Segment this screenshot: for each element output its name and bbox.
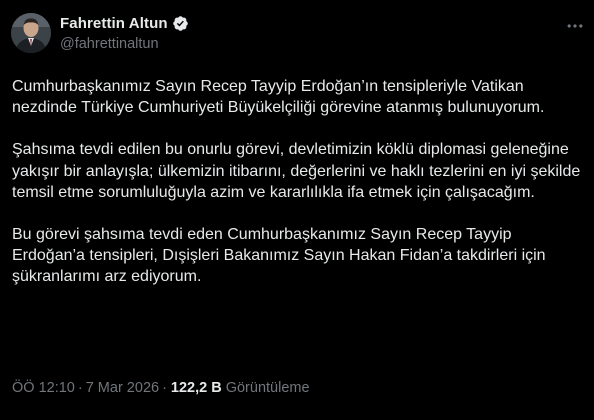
meta-separator: ·	[77, 380, 83, 396]
tweet-paragraph-3: Bu görevi şahsıma tevdi eden Cumhurbaşka…	[12, 226, 546, 286]
tweet-time[interactable]: ÖÖ 12:10	[12, 380, 75, 396]
tweet-date[interactable]: 7 Mar 2026	[86, 380, 159, 396]
meta-separator-2: ·	[162, 380, 167, 396]
avatar-image	[11, 13, 51, 53]
tweet-text: Cumhurbaşkanımız Sayın Recep Tayyip Erdo…	[12, 76, 584, 309]
tweet-paragraph-2: Şahsıma tevdi edilen bu onurlu görevi, d…	[12, 141, 581, 201]
author-names: Fahrettin Altun @fahrettinaltun	[60, 14, 189, 52]
tweet-meta: ÖÖ 12:10 · 7 Mar 2026 · 122,2 B Görüntül…	[12, 378, 310, 398]
views-label: Görüntüleme	[225, 380, 310, 396]
avatar[interactable]	[11, 13, 51, 53]
verified-badge-icon[interactable]	[172, 15, 189, 32]
tweet-card: Fahrettin Altun @fahrettinaltun Cumhurba…	[0, 0, 594, 420]
tweet-paragraph-1: Cumhurbaşkanımız Sayın Recep Tayyip Erdo…	[12, 78, 545, 117]
author-display-name[interactable]: Fahrettin Altun	[60, 15, 168, 32]
author-handle[interactable]: @fahrettinaltun	[60, 36, 189, 52]
views-count[interactable]: 122,2 B	[171, 380, 222, 396]
name-row: Fahrettin Altun	[60, 14, 189, 33]
more-options-icon[interactable]	[562, 16, 588, 36]
tweet-header: Fahrettin Altun @fahrettinaltun	[11, 13, 189, 61]
